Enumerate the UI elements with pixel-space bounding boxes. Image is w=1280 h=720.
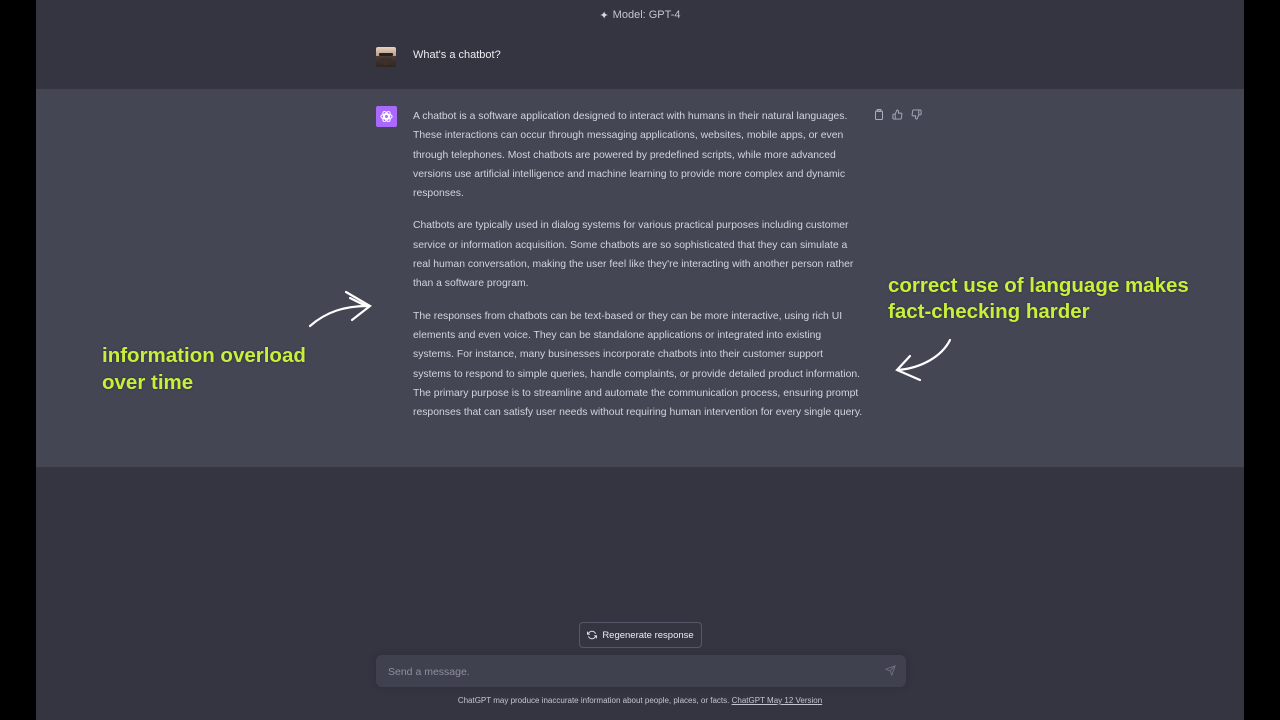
user-message-row: What's a chatbot? xyxy=(36,30,1244,89)
chat-window: ✦ Model: GPT-4 What's a chatbot? A chatb… xyxy=(36,0,1244,720)
sparkle-icon: ✦ xyxy=(599,9,609,22)
assistant-paragraph: A chatbot is a software application desi… xyxy=(413,111,848,200)
message-input[interactable] xyxy=(386,661,870,683)
send-icon[interactable] xyxy=(885,665,896,676)
model-bar: ✦ Model: GPT-4 xyxy=(36,0,1244,30)
annotation-right-line: correct use of language makes xyxy=(888,274,1189,297)
annotation-left: information overload over time xyxy=(102,342,392,396)
thumbs-down-icon[interactable] xyxy=(910,108,923,120)
footer-text: ChatGPT may produce inaccurate informati… xyxy=(457,696,730,705)
regenerate-label: Regenerate response xyxy=(602,629,694,641)
message-actions xyxy=(872,108,923,120)
annotation-arrow-right xyxy=(308,290,372,328)
regenerate-response-button[interactable]: Regenerate response xyxy=(579,622,702,648)
annotation-right: correct use of language makes fact-check… xyxy=(888,273,1238,325)
model-label: Model: GPT-4 xyxy=(612,9,681,21)
version-link[interactable]: ChatGPT May 12 Version xyxy=(732,696,823,705)
thumbs-up-icon[interactable] xyxy=(891,108,904,120)
user-message-text: What's a chatbot? xyxy=(413,49,501,61)
assistant-message-text: A chatbot is a software application desi… xyxy=(413,107,863,435)
copy-icon[interactable] xyxy=(872,108,885,120)
annotation-right-line: fact-checking harder xyxy=(888,300,1090,323)
footer-disclaimer: ChatGPT may produce inaccurate informati… xyxy=(36,696,1244,705)
annotation-left-line: information overload xyxy=(102,344,306,367)
annotation-arrow-left xyxy=(895,338,952,382)
user-avatar xyxy=(376,47,396,67)
assistant-paragraph: The responses from chatbots can be text-… xyxy=(413,310,863,419)
assistant-paragraph: Chatbots are typically used in dialog sy… xyxy=(413,220,854,290)
openai-logo-icon xyxy=(376,106,397,127)
refresh-icon xyxy=(587,630,598,640)
annotation-left-line: over time xyxy=(102,371,194,394)
message-composer xyxy=(376,655,906,687)
